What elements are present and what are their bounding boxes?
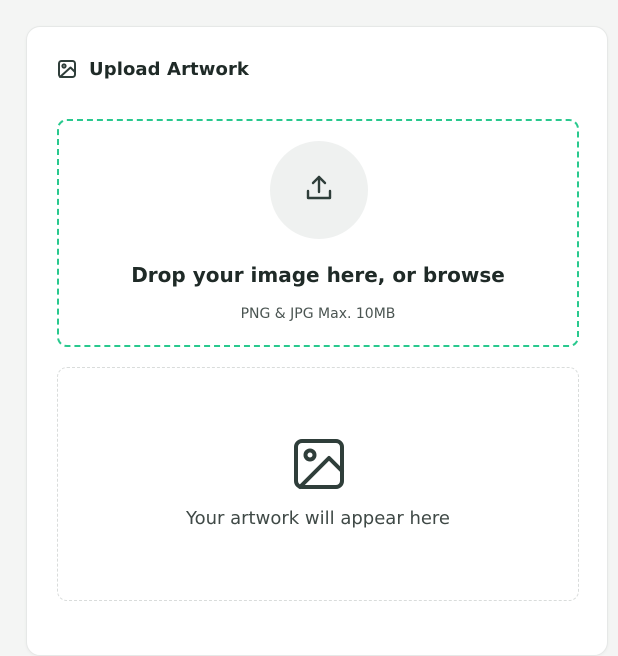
upload-icon bbox=[302, 171, 336, 209]
preview-placeholder-text: Your artwork will appear here bbox=[185, 508, 451, 529]
upload-dropzone[interactable]: Drop your image here, or browse PNG & JP… bbox=[57, 119, 579, 347]
upload-button[interactable] bbox=[270, 141, 368, 239]
dropzone-subtitle: PNG & JPG Max. 10MB bbox=[240, 306, 396, 322]
artwork-preview: Your artwork will appear here bbox=[57, 367, 579, 601]
card-title: Upload Artwork bbox=[89, 58, 249, 80]
card-header: Upload Artwork bbox=[57, 57, 249, 81]
dropzone-title: Drop your image here, or browse bbox=[131, 263, 505, 287]
image-icon bbox=[57, 59, 77, 79]
upload-artwork-card: Upload Artwork Drop your image here, or … bbox=[26, 26, 608, 656]
image-placeholder-icon bbox=[293, 438, 345, 490]
